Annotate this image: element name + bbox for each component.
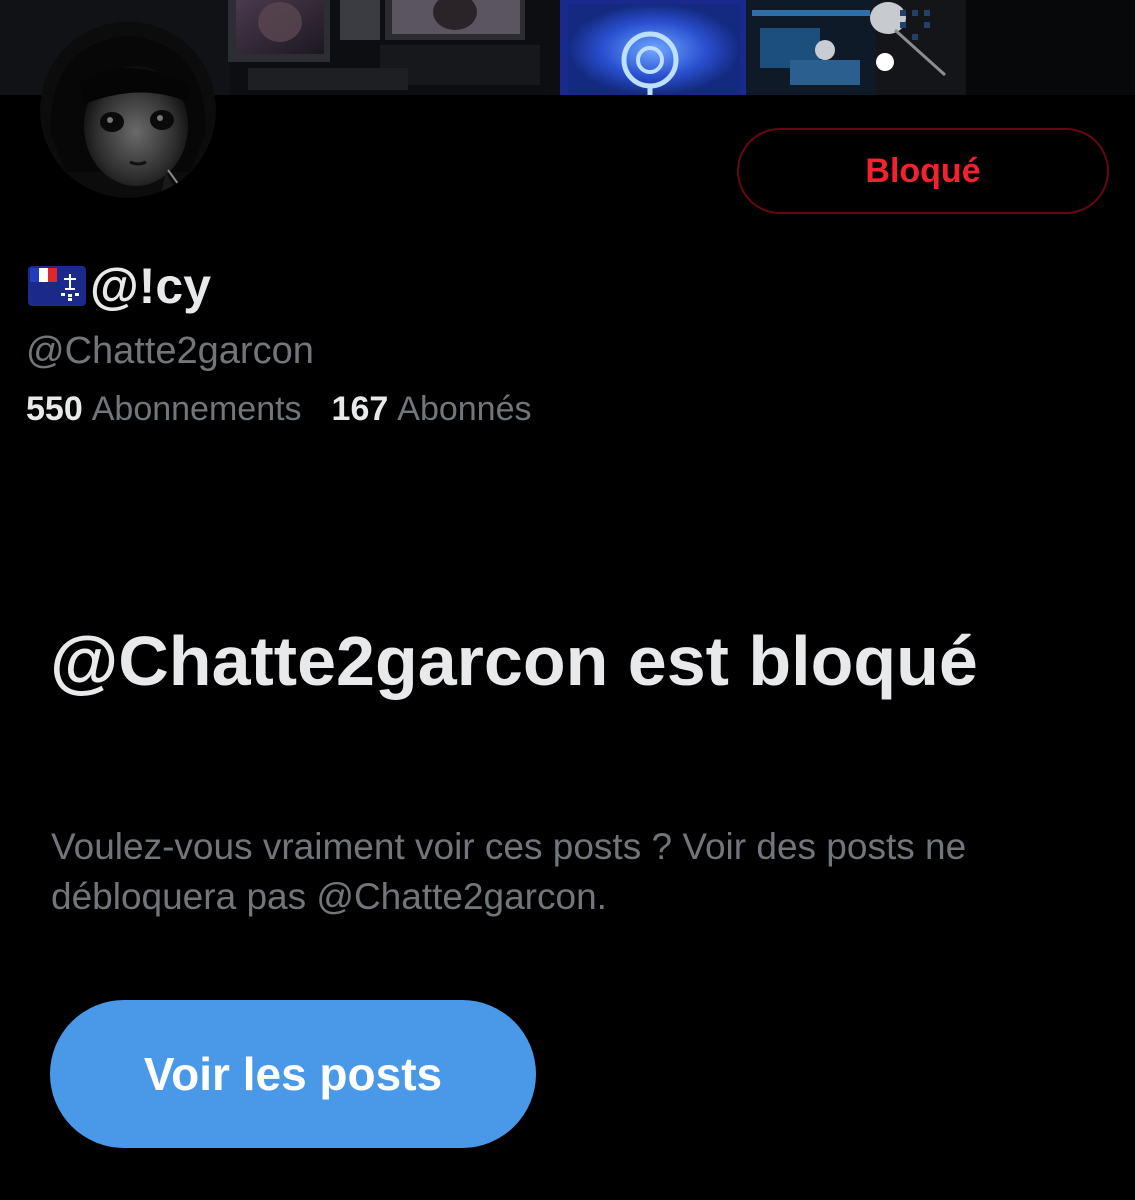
- avatar-image: [40, 22, 216, 198]
- blocked-notice-description: Voulez-vous vraiment voir ces posts ? Vo…: [51, 826, 967, 917]
- blocked-button-label: Bloqué: [865, 151, 981, 190]
- profile-handle: @Chatte2garcon: [26, 330, 314, 372]
- followers-link[interactable]: 167 Abonnés: [332, 386, 532, 432]
- view-posts-button-label: Voir les posts: [143, 1048, 443, 1100]
- following-count: 550: [26, 390, 83, 428]
- following-link[interactable]: 550 Abonnements: [26, 386, 302, 432]
- profile-stats: 550 Abonnements 167 Abonnés: [26, 386, 532, 432]
- followers-label: Abonnés: [397, 390, 532, 428]
- blocked-notice-title: @Chatte2garcon est bloqué: [50, 622, 978, 700]
- view-posts-button[interactable]: Voir les posts: [50, 1000, 536, 1148]
- blocked-button[interactable]: Bloqué: [737, 128, 1109, 214]
- profile-name-row: @!cy: [28, 256, 211, 316]
- profile-avatar[interactable]: [40, 22, 216, 198]
- followers-count: 167: [331, 390, 389, 428]
- following-label: Abonnements: [91, 390, 302, 428]
- display-name: @!cy: [90, 258, 212, 314]
- flag-icon: [28, 266, 86, 306]
